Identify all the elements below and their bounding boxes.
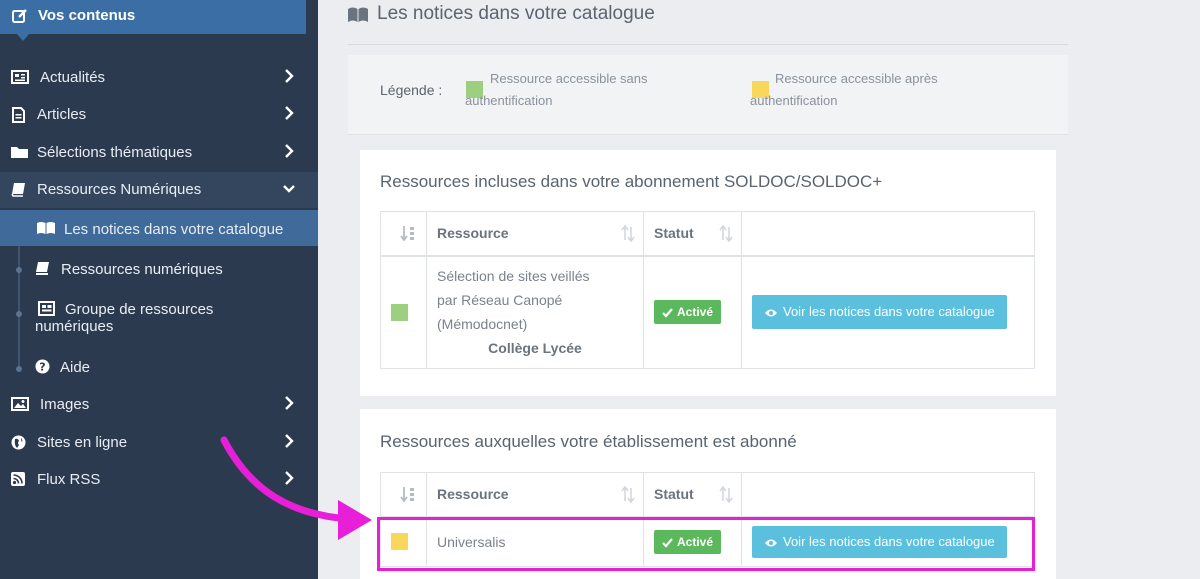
sidebar-item-actualites[interactable]: Actualités — [0, 60, 318, 96]
legend-box: Légende : Ressource accessible sans auth… — [348, 55, 1068, 135]
sidebar-subitem-ressources-numeriques[interactable]: Ressources numériques — [0, 252, 318, 286]
sidebar-item-flux-rss[interactable]: Flux RSS — [0, 462, 318, 498]
sidebar-subitem-label-line2: numériques — [35, 318, 114, 335]
sidebar-header-label: Vos contenus — [38, 7, 136, 24]
page-title-label: Les notices dans votre catalogue — [377, 3, 655, 24]
svg-text:?: ? — [39, 361, 45, 374]
chevron-right-icon — [283, 105, 295, 121]
column-header-statut[interactable]: Statut — [643, 472, 742, 517]
ressource-line: Sélection de sites veillés — [437, 268, 590, 285]
picture-icon — [11, 397, 29, 412]
bullet-dot — [16, 311, 22, 317]
column-header-label: Ressource — [437, 225, 509, 242]
main-content: Les notices dans votre catalogue Légende… — [318, 0, 1200, 579]
sidebar-item-selections-thematiques[interactable]: Sélections thématiques — [0, 135, 318, 171]
sidebar-subitem-aide[interactable]: ? Aide — [0, 352, 318, 384]
file-icon — [11, 107, 28, 123]
sidebar-item-images[interactable]: Images — [0, 387, 318, 423]
sidebar-subitem-label: Ressources numériques — [61, 261, 223, 278]
column-header-label: Statut — [654, 486, 694, 503]
ressource-line: (Mémodocnet) — [437, 316, 528, 333]
chevron-down-icon — [282, 182, 295, 198]
status-badge: Activé — [654, 300, 722, 325]
highlight-box — [377, 517, 1035, 571]
sidebar-item-label: Ressources Numériques — [37, 181, 202, 198]
legend-green-text: Ressource accessible sans authentificati… — [465, 71, 648, 108]
open-book-icon — [347, 6, 369, 23]
column-header-actions — [741, 211, 1035, 256]
sidebar-subitem-notices-catalogue[interactable]: Les notices dans votre catalogue — [0, 210, 318, 246]
chevron-right-icon — [283, 433, 295, 449]
chevron-right-icon — [283, 395, 295, 411]
column-header-marker[interactable] — [380, 472, 427, 517]
sort-icon — [719, 224, 733, 243]
sidebar-subitem-groupe-ressources[interactable]: Groupe de ressources numériques — [0, 298, 318, 338]
sidebar-item-sites-en-ligne[interactable]: Sites en ligne — [0, 425, 318, 461]
book-icon — [11, 182, 28, 197]
table-soldoc: Ressource Statut Sélection de sites veil… — [380, 211, 1035, 369]
chevron-right-icon — [283, 68, 295, 84]
table-row: Sélection de sites veillés par Réseau Ca… — [380, 255, 1035, 369]
sidebar-item-label: Sites en ligne — [37, 434, 128, 451]
panel-soldoc: Ressources incluses dans votre abonnemen… — [360, 150, 1056, 396]
status-badge-label: Activé — [677, 305, 714, 320]
sidebar-item-label: Actualités — [40, 69, 106, 86]
column-header-actions — [741, 472, 1035, 517]
sort-icon — [719, 485, 733, 504]
sidebar: Vos contenus Actualités Articles Sélecti… — [0, 0, 318, 579]
voir-notices-button[interactable]: Voir les notices dans votre catalogue — [752, 295, 1007, 330]
grid-icon — [38, 301, 55, 316]
sidebar-item-label: Articles — [37, 106, 87, 123]
sort-icon — [400, 486, 414, 503]
column-header-label: Statut — [654, 225, 694, 242]
sidebar-item-ressources-numeriques[interactable]: Ressources Numériques — [0, 172, 318, 208]
title-divider — [348, 44, 1068, 45]
row-ressource-cell: Sélection de sites veillés par Réseau Ca… — [426, 255, 644, 369]
ressource-level: Collège Lycée — [488, 340, 582, 357]
sidebar-item-label: Sélections thématiques — [37, 144, 193, 161]
column-header-ressource[interactable]: Ressource — [426, 472, 644, 517]
open-book-icon — [36, 221, 55, 236]
rss-icon — [11, 472, 28, 487]
folder-icon — [11, 145, 28, 160]
column-header-ressource[interactable]: Ressource — [426, 211, 644, 256]
legend-yellow-text: Ressource accessible après authentificat… — [750, 71, 938, 108]
sidebar-item-label: Flux RSS — [37, 471, 101, 488]
column-header-statut[interactable]: Statut — [643, 211, 742, 256]
sidebar-subitem-label: Groupe de ressources — [65, 301, 214, 318]
sidebar-item-label: Images — [40, 396, 90, 413]
sort-icon — [400, 225, 414, 242]
globe-icon — [11, 435, 28, 450]
chevron-right-icon — [283, 470, 295, 486]
bullet-dot — [16, 267, 22, 273]
newspaper-icon — [11, 70, 29, 85]
edit-icon — [12, 8, 28, 24]
books-icon — [35, 261, 52, 276]
row-status-cell: Activé — [643, 255, 742, 369]
panel-title: Ressources incluses dans votre abonnemen… — [380, 172, 883, 191]
sidebar-subitem-label: Aide — [60, 359, 91, 376]
sort-icon — [621, 224, 635, 243]
sidebar-item-articles[interactable]: Articles — [0, 97, 318, 133]
row-marker-cell — [380, 255, 427, 369]
chevron-right-icon — [283, 143, 295, 159]
row-action-cell: Voir les notices dans votre catalogue — [741, 255, 1035, 369]
question-circle-icon: ? — [35, 359, 52, 374]
header-pointer — [16, 33, 30, 41]
sort-icon — [621, 485, 635, 504]
voir-notices-label: Voir les notices dans votre catalogue — [783, 304, 995, 320]
legend-label: Légende : — [380, 82, 443, 98]
sidebar-header-vos-contenus[interactable]: Vos contenus — [0, 0, 306, 41]
access-green-swatch — [391, 303, 408, 321]
column-header-marker[interactable] — [380, 211, 427, 256]
sidebar-subitem-label: Les notices dans votre catalogue — [64, 221, 284, 238]
bullet-dot — [16, 366, 22, 372]
column-header-label: Ressource — [437, 486, 509, 503]
ressource-line: par Réseau Canopé — [437, 292, 563, 309]
panel-title: Ressources auxquelles votre établissemen… — [380, 432, 797, 451]
